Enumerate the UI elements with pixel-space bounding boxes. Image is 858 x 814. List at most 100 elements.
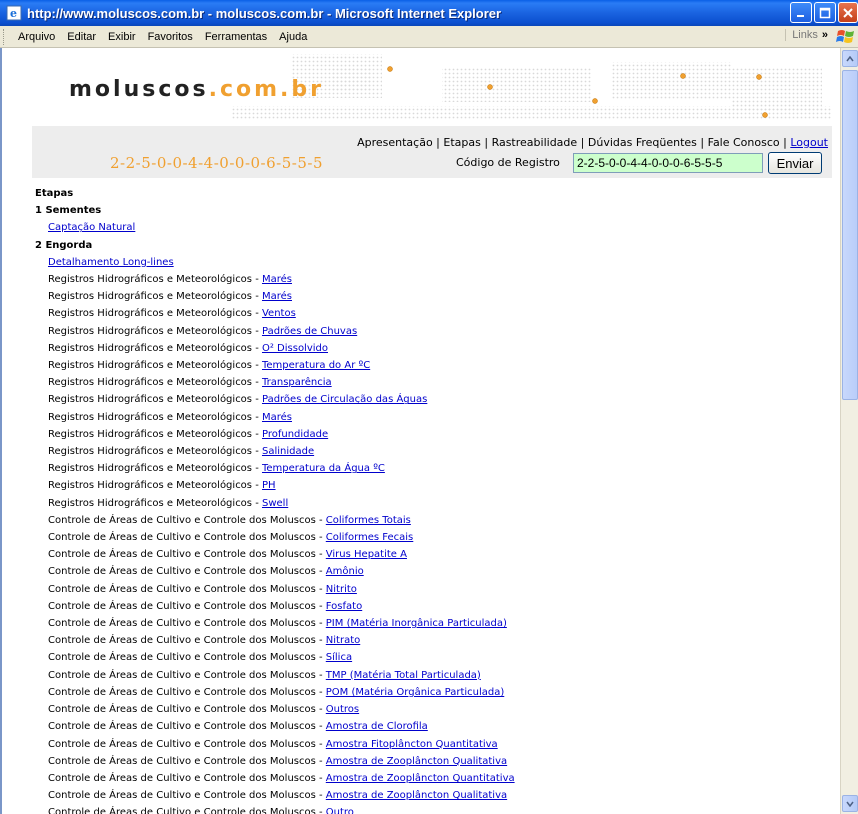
list-item: Registros Hidrográficos e Meteorológicos… — [32, 477, 832, 494]
row-category: Registros Hidrográficos e Meteorológicos… — [48, 291, 262, 303]
row-link[interactable]: Fosfato — [326, 601, 362, 612]
row-category: Controle de Áreas de Cultivo e Controle … — [48, 686, 326, 698]
nav-rastreabilidade[interactable]: Rastreabilidade — [492, 136, 578, 149]
list-item: Controle de Áreas de Cultivo e Controle … — [32, 701, 832, 718]
row-link[interactable]: Virus Hepatite A — [326, 549, 407, 560]
list-item: Controle de Áreas de Cultivo e Controle … — [32, 804, 832, 814]
row-link[interactable]: Amostra de Zooplâncton Quantitativa — [326, 773, 515, 784]
row-category: Registros Hidrográficos e Meteorológicos… — [48, 428, 262, 440]
row-link[interactable]: Coliformes Totais — [326, 515, 411, 526]
row-link[interactable]: O² Dissolvido — [262, 343, 328, 354]
row-link[interactable]: Nitrato — [326, 635, 360, 646]
maximize-icon — [819, 7, 831, 18]
row-link[interactable]: PH — [262, 480, 276, 491]
row-link[interactable]: Ventos — [262, 308, 296, 319]
row-link[interactable]: Padrões de Circulação das Águas — [262, 394, 427, 405]
row-link[interactable]: Coliformes Fecais — [326, 532, 414, 543]
svg-text:e: e — [10, 7, 17, 20]
row-link[interactable]: Marés — [262, 291, 292, 302]
minimize-button[interactable] — [790, 2, 812, 23]
row-link[interactable]: Amostra de Clorofila — [326, 721, 428, 732]
scroll-thumb[interactable] — [842, 70, 858, 400]
close-icon — [843, 7, 853, 18]
menu-favoritos[interactable]: Favoritos — [142, 31, 199, 43]
list-item: Registros Hidrográficos e Meteorológicos… — [32, 391, 832, 408]
menu-arquivo[interactable]: Arquivo — [12, 31, 61, 43]
list-item: Registros Hidrográficos e Meteorológicos… — [32, 340, 832, 357]
row-category: Controle de Áreas de Cultivo e Controle … — [48, 704, 326, 716]
row-link[interactable]: Amostra de Zooplâncton Qualitativa — [326, 790, 507, 801]
captacao-link[interactable]: Captação Natural — [48, 222, 135, 233]
row-category: Registros Hidrográficos e Meteorológicos… — [48, 446, 262, 458]
links-toolbar[interactable]: Links» — [785, 29, 828, 41]
list-item: Controle de Áreas de Cultivo e Controle … — [32, 581, 832, 598]
row-category: Controle de Áreas de Cultivo e Controle … — [48, 566, 326, 578]
registration-code-display: 2-2-5-0-0-4-4-0-0-0-6-5-5-5 — [110, 154, 323, 172]
scroll-down-button[interactable] — [842, 795, 858, 812]
list-item: Detalhamento Long-lines — [32, 254, 832, 271]
row-link[interactable]: Temperatura da Água ºC — [262, 463, 385, 474]
site-logo[interactable]: moluscos.com.br — [69, 77, 324, 102]
list-item: Controle de Áreas de Cultivo e Controle … — [32, 598, 832, 615]
menu-exibir[interactable]: Exibir — [102, 31, 142, 43]
row-category: Controle de Áreas de Cultivo e Controle … — [48, 618, 326, 630]
row-link[interactable]: Temperatura do Ar ºC — [262, 360, 370, 371]
nav-duvidas[interactable]: Dúvidas Freqüentes — [588, 136, 697, 149]
row-link[interactable]: Amostra Fitoplâncton Quantitativa — [326, 739, 498, 750]
registration-code-input[interactable] — [573, 153, 763, 173]
logout-link[interactable]: Logout — [790, 136, 828, 149]
detalhamento-link[interactable]: Detalhamento Long-lines — [48, 257, 174, 268]
row-link[interactable]: POM (Matéria Orgânica Particulada) — [326, 687, 504, 698]
row-category: Controle de Áreas de Cultivo e Controle … — [48, 532, 326, 544]
window-title: http://www.moluscos.com.br - moluscos.co… — [27, 5, 502, 21]
list-item: Controle de Áreas de Cultivo e Controle … — [32, 667, 832, 684]
row-link[interactable]: Amostra de Zooplâncton Qualitativa — [326, 756, 507, 767]
list-item: Controle de Áreas de Cultivo e Controle … — [32, 736, 832, 753]
row-category: Controle de Áreas de Cultivo e Controle … — [48, 635, 326, 647]
list-item: Controle de Áreas de Cultivo e Controle … — [32, 718, 832, 735]
row-link[interactable]: Transparência — [262, 377, 332, 388]
row-link[interactable]: Outro — [326, 807, 354, 814]
row-link[interactable]: Nitrito — [326, 584, 357, 595]
row-link[interactable]: TMP (Matéria Total Particulada) — [326, 670, 481, 681]
list-item: Controle de Áreas de Cultivo e Controle … — [32, 787, 832, 804]
row-link[interactable]: Marés — [262, 412, 292, 423]
row-category: Controle de Áreas de Cultivo e Controle … — [48, 669, 326, 681]
nav-etapas[interactable]: Etapas — [443, 136, 480, 149]
row-category: Registros Hidrográficos e Meteorológicos… — [48, 480, 262, 492]
row-link[interactable]: Sílica — [326, 652, 352, 663]
menu-ferramentas[interactable]: Ferramentas — [199, 31, 273, 43]
menu-ajuda[interactable]: Ajuda — [273, 31, 313, 43]
row-link[interactable]: Marés — [262, 274, 292, 285]
row-link[interactable]: Profundidade — [262, 429, 328, 440]
row-link[interactable]: PIM (Matéria Inorgânica Particulada) — [326, 618, 507, 629]
list-item: Controle de Áreas de Cultivo e Controle … — [32, 563, 832, 580]
nav-fale-conosco[interactable]: Fale Conosco — [708, 136, 780, 149]
logo-main-text: moluscos — [69, 77, 209, 102]
vertical-scrollbar[interactable] — [840, 48, 858, 814]
toolbar-grip[interactable] — [3, 28, 6, 45]
list-item: Registros Hidrográficos e Meteorológicos… — [32, 323, 832, 340]
logo-domain-text: .com.br — [208, 77, 324, 102]
close-button[interactable] — [838, 2, 858, 23]
nav-apresentacao[interactable]: Apresentação — [357, 136, 433, 149]
list-item: Registros Hidrográficos e Meteorológicos… — [32, 305, 832, 322]
row-link[interactable]: Amônio — [326, 566, 364, 577]
row-link[interactable]: Outros — [326, 704, 359, 715]
internet-explorer-icon: e — [6, 5, 22, 21]
list-item: Registros Hidrográficos e Meteorológicos… — [32, 288, 832, 305]
maximize-button[interactable] — [814, 2, 836, 23]
list-item: Controle de Áreas de Cultivo e Controle … — [32, 512, 832, 529]
row-link[interactable]: Padrões de Chuvas — [262, 326, 357, 337]
menu-editar[interactable]: Editar — [61, 31, 102, 43]
send-button[interactable]: Enviar — [768, 152, 822, 174]
row-category: Controle de Áreas de Cultivo e Controle … — [48, 755, 326, 767]
row-category: Registros Hidrográficos e Meteorológicos… — [48, 325, 262, 337]
row-link[interactable]: Salinidade — [262, 446, 314, 457]
chevron-down-icon — [846, 801, 854, 807]
list-item: Controle de Áreas de Cultivo e Controle … — [32, 753, 832, 770]
row-link[interactable]: Swell — [262, 498, 288, 509]
scroll-up-button[interactable] — [842, 50, 858, 67]
top-nav: Apresentação | Etapas | Rastreabilidade … — [357, 136, 828, 149]
row-category: Controle de Áreas de Cultivo e Controle … — [48, 738, 326, 750]
